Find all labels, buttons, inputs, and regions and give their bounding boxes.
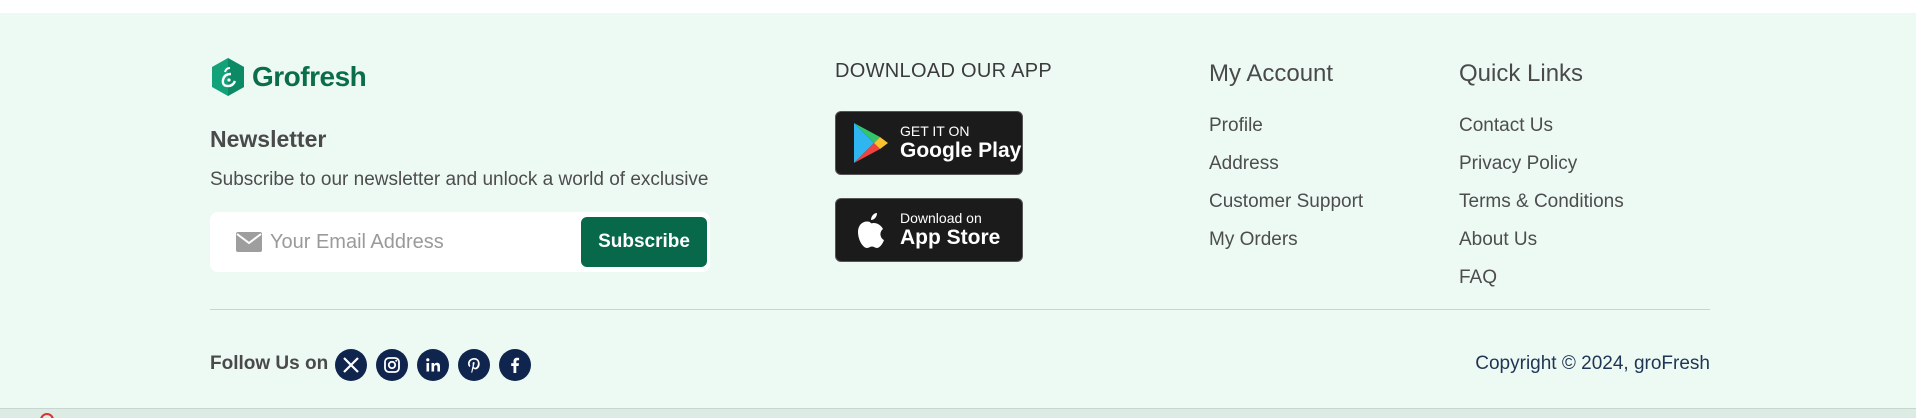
grofresh-logo-icon (212, 58, 244, 96)
instagram-icon[interactable] (376, 349, 408, 381)
pinterest-icon[interactable] (458, 349, 490, 381)
newsletter-title: Newsletter (210, 126, 327, 152)
quick-links-title: Quick Links (1459, 60, 1584, 87)
top-strip (0, 0, 1916, 13)
link-faq[interactable]: FAQ (1459, 265, 1624, 303)
bottom-strip (0, 408, 1916, 418)
follow-us-label: Follow Us on (210, 353, 329, 374)
google-play-button[interactable]: GET IT ON Google Play (835, 111, 1023, 175)
google-play-big-text: Google Play (900, 139, 1022, 162)
linkedin-icon[interactable] (417, 349, 449, 381)
footer-divider (210, 309, 1710, 310)
quick-links-list: Contact Us Privacy Policy Terms & Condit… (1459, 113, 1624, 303)
app-store-big-text: App Store (900, 226, 1001, 249)
app-store-button[interactable]: Download on App Store (835, 198, 1023, 262)
app-store-small-text: Download on (900, 210, 982, 226)
brand-name: Grofresh (252, 61, 367, 92)
link-customer-support[interactable]: Customer Support (1209, 189, 1363, 227)
status-dot-icon (40, 413, 54, 418)
copyright-text: Copyright © 2024, groFresh (1475, 353, 1710, 374)
google-play-small-text: GET IT ON (900, 123, 970, 139)
newsletter-description: Subscribe to our newsletter and unlock a… (210, 169, 709, 190)
google-play-icon (854, 123, 888, 163)
link-privacy-policy[interactable]: Privacy Policy (1459, 151, 1624, 189)
download-app-title: DOWNLOAD OUR APP (835, 60, 1053, 82)
mail-icon (236, 232, 262, 252)
site-footer: Grofresh Newsletter Subscribe to our new… (0, 13, 1916, 408)
link-my-orders[interactable]: My Orders (1209, 227, 1363, 265)
social-links (335, 349, 531, 381)
link-terms-conditions[interactable]: Terms & Conditions (1459, 189, 1624, 227)
apple-icon (858, 213, 884, 248)
link-profile[interactable]: Profile (1209, 113, 1363, 151)
link-contact-us[interactable]: Contact Us (1459, 113, 1624, 151)
email-input[interactable] (270, 222, 570, 262)
brand-logo[interactable]: Grofresh (210, 57, 367, 97)
link-address[interactable]: Address (1209, 151, 1363, 189)
x-icon[interactable] (335, 349, 367, 381)
subscribe-button[interactable]: Subscribe (581, 217, 707, 267)
my-account-list: Profile Address Customer Support My Orde… (1209, 113, 1363, 265)
my-account-title: My Account (1209, 60, 1334, 87)
link-about-us[interactable]: About Us (1459, 227, 1624, 265)
facebook-icon[interactable] (499, 349, 531, 381)
newsletter-form: Subscribe (210, 212, 710, 272)
